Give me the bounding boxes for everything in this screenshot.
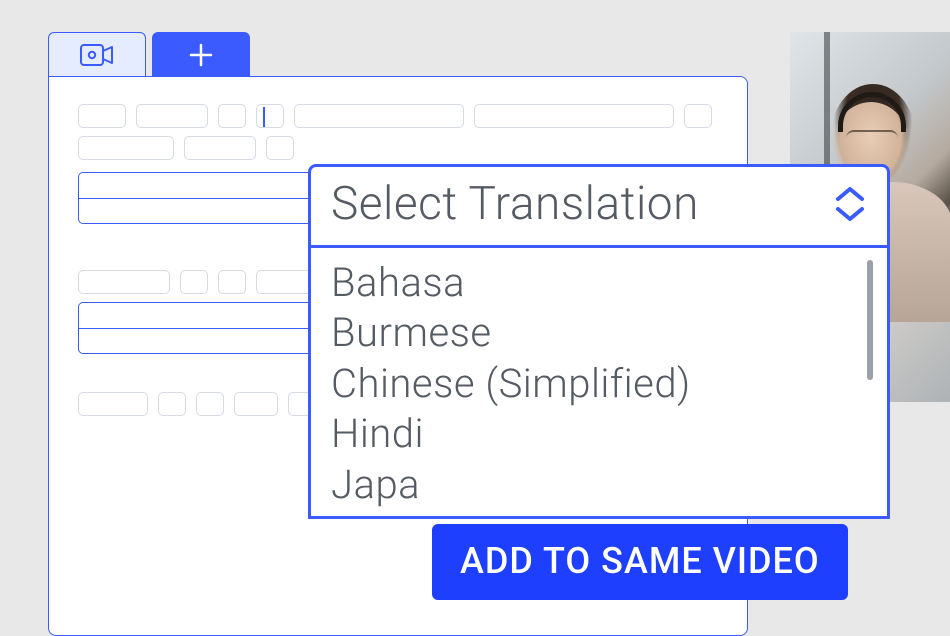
photo-glasses bbox=[846, 130, 898, 146]
translation-dropdown-toggle[interactable]: Select Translation bbox=[311, 167, 887, 248]
tab-video[interactable] bbox=[48, 32, 146, 76]
token-pill[interactable] bbox=[184, 136, 256, 160]
plus-icon bbox=[188, 42, 214, 68]
pill-row bbox=[78, 104, 718, 128]
token-pill[interactable] bbox=[684, 104, 712, 128]
token-pill[interactable] bbox=[266, 136, 294, 160]
token-pill[interactable] bbox=[158, 392, 186, 416]
token-pill[interactable] bbox=[294, 104, 464, 128]
translation-dropdown: Select Translation Bahasa Burmese Chines… bbox=[308, 164, 890, 519]
token-pill[interactable] bbox=[474, 104, 674, 128]
translation-option[interactable]: Japa bbox=[331, 460, 867, 510]
translation-option[interactable]: Burmese bbox=[331, 308, 867, 358]
token-pill-cursor[interactable] bbox=[256, 104, 284, 128]
token-pill[interactable] bbox=[218, 104, 246, 128]
tab-bar bbox=[48, 32, 250, 76]
updown-icon bbox=[833, 184, 867, 224]
token-pill[interactable] bbox=[78, 392, 148, 416]
token-pill[interactable] bbox=[180, 270, 208, 294]
translation-dropdown-placeholder: Select Translation bbox=[331, 177, 699, 231]
token-pill[interactable] bbox=[78, 136, 174, 160]
add-to-same-video-button[interactable]: ADD TO SAME VIDEO bbox=[432, 524, 848, 600]
pill-row bbox=[78, 136, 718, 160]
tab-add[interactable] bbox=[152, 32, 250, 76]
camera-icon bbox=[80, 44, 114, 66]
translation-option[interactable]: Bahasa bbox=[331, 258, 867, 308]
token-pill[interactable] bbox=[78, 270, 170, 294]
token-pill[interactable] bbox=[136, 104, 208, 128]
token-pill[interactable] bbox=[234, 392, 278, 416]
translation-dropdown-list: Bahasa Burmese Chinese (Simplified) Hind… bbox=[311, 248, 887, 516]
token-pill[interactable] bbox=[196, 392, 224, 416]
translation-option[interactable]: Chinese (Simplified) bbox=[331, 359, 867, 409]
scrollbar-thumb[interactable] bbox=[867, 260, 873, 380]
token-pill[interactable] bbox=[78, 104, 126, 128]
translation-option[interactable]: Hindi bbox=[331, 409, 867, 459]
token-pill[interactable] bbox=[218, 270, 246, 294]
